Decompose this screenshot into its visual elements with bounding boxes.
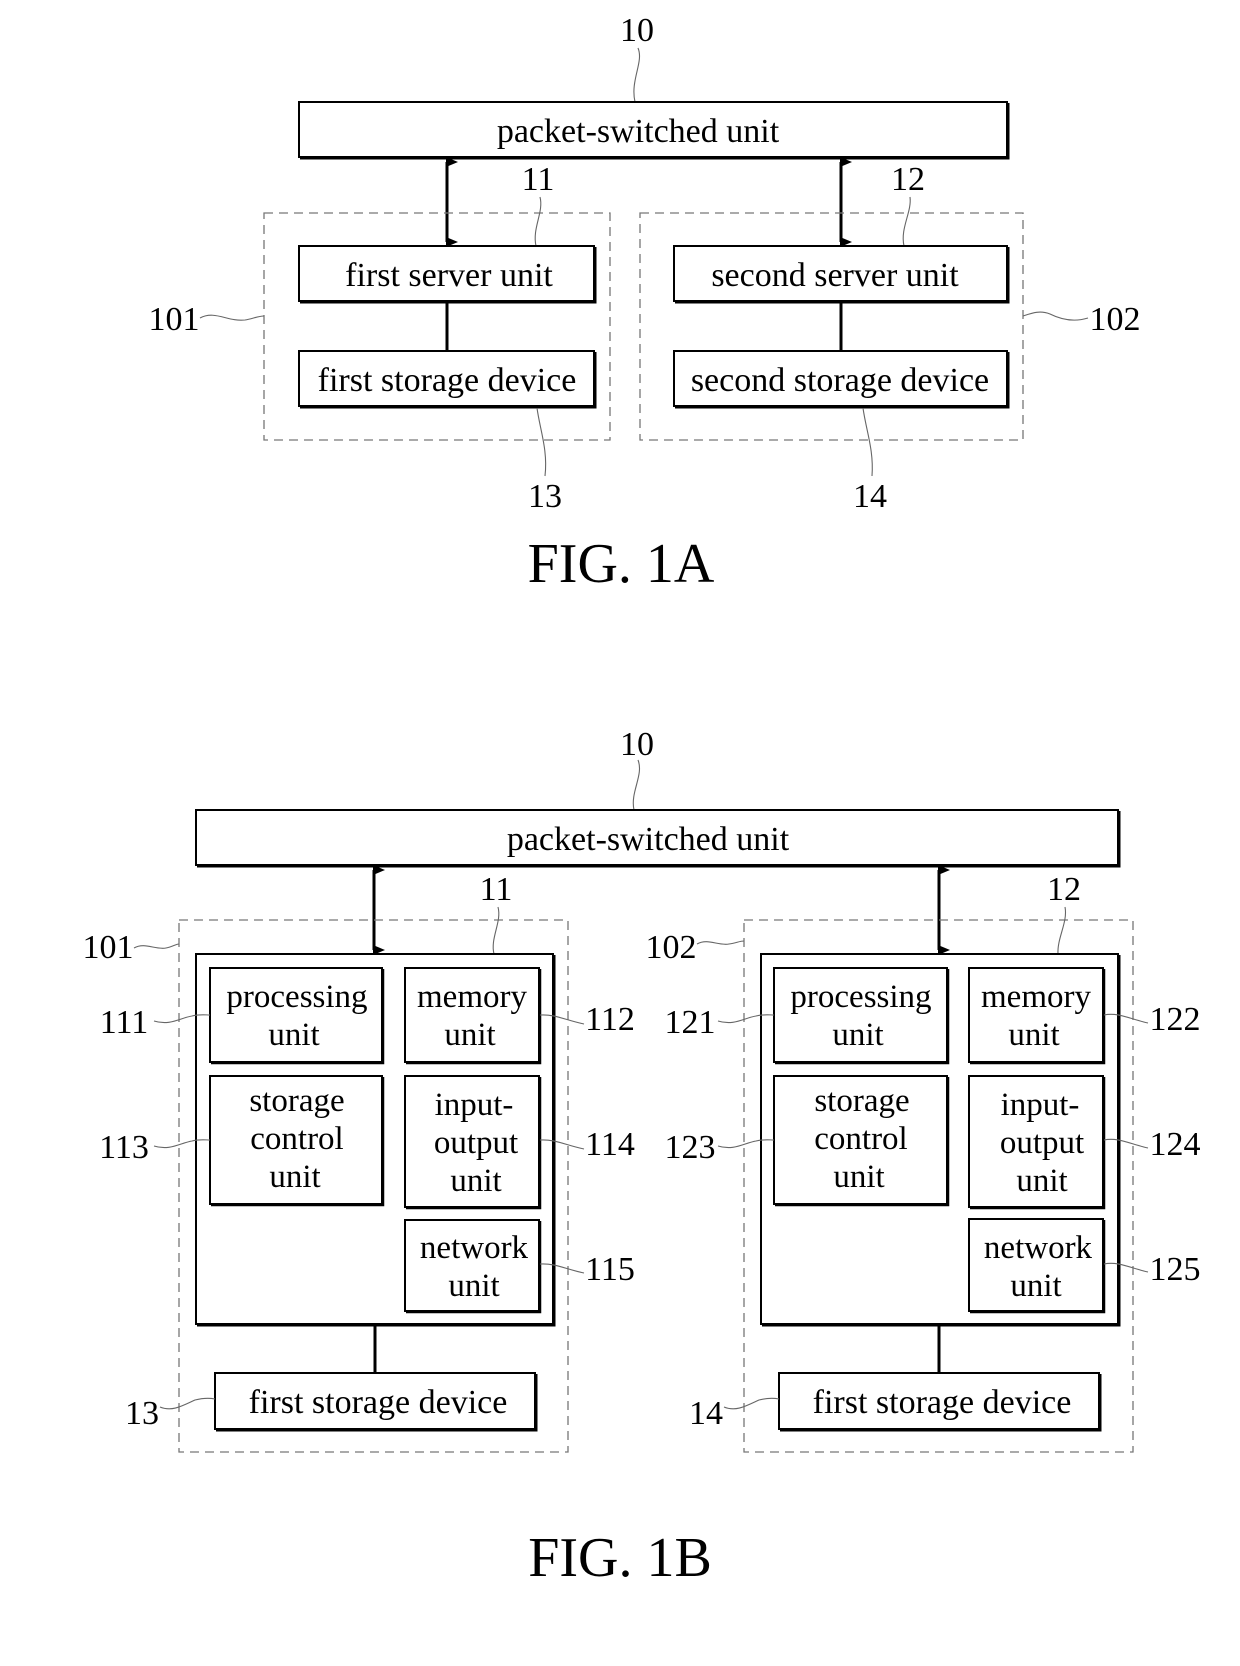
storage-control-unit-box: storage control unit [209, 1075, 385, 1207]
network-unit-label-line1: network [984, 1230, 1093, 1266]
storage-control-unit-label-line1: storage [814, 1083, 909, 1119]
leader-line-11 [492, 906, 500, 955]
ref-label-112: 112 [585, 1001, 635, 1038]
figure-caption-1b: FIG. 1B [528, 1527, 712, 1589]
first-storage-device-label: first storage device [813, 1384, 1072, 1421]
leader-line-13 [159, 1397, 216, 1410]
leader-line-102 [1022, 311, 1089, 321]
processing-unit-label-line1: processing [790, 979, 931, 1015]
ref-label-101: 101 [149, 301, 200, 338]
figure-1a: 10 packet-switched unit 101 11 first ser… [149, 12, 1141, 595]
input-output-unit-label-line2: output [1000, 1125, 1084, 1161]
leader-line-101 [133, 943, 180, 949]
ref-label-123: 123 [665, 1129, 716, 1166]
leader-line-10 [633, 47, 640, 103]
leader-line-11 [534, 196, 542, 247]
first-storage-device-box: first storage device [298, 350, 597, 409]
ref-label-11: 11 [522, 161, 555, 198]
ref-label-12: 12 [1047, 871, 1081, 908]
ref-label-12: 12 [891, 161, 925, 198]
second-server-unit-label: second server unit [711, 257, 959, 294]
first-storage-device-label: first storage device [318, 362, 577, 399]
ref-label-114: 114 [585, 1126, 635, 1163]
input-output-unit-label-line3: unit [1016, 1163, 1067, 1199]
ref-label-13: 13 [125, 1395, 159, 1432]
packet-switched-unit-label: packet-switched unit [497, 113, 780, 150]
first-server-unit-box: first server unit [298, 245, 597, 304]
first-server-unit-label: first server unit [345, 257, 553, 294]
ref-label-10: 10 [620, 726, 654, 763]
storage-control-unit-label-line2: control [250, 1121, 343, 1157]
ref-label-124: 124 [1150, 1126, 1201, 1163]
first-storage-device-label: first storage device [249, 1384, 508, 1421]
memory-unit-label-line2: unit [1008, 1017, 1059, 1053]
input-output-unit-label-line1: input- [1001, 1087, 1080, 1123]
storage-control-unit-label-line3: unit [269, 1159, 320, 1195]
leader-line-12 [1057, 906, 1067, 955]
memory-unit-label-line1: memory [981, 979, 1091, 1015]
first-storage-device-box: first storage device [778, 1372, 1102, 1432]
network-unit-label-line1: network [420, 1230, 529, 1266]
input-output-unit-box: input- output unit [404, 1075, 542, 1210]
storage-control-unit-label-line3: unit [833, 1159, 884, 1195]
input-output-unit-label-line1: input- [435, 1087, 514, 1123]
ref-label-122: 122 [1150, 1001, 1201, 1038]
memory-unit-label-line2: unit [444, 1017, 495, 1053]
ref-label-14: 14 [853, 478, 887, 515]
ref-label-115: 115 [585, 1251, 635, 1288]
network-unit-label-line2: unit [1010, 1268, 1061, 1304]
second-storage-device-box: second storage device [673, 350, 1010, 409]
network-unit-label-line2: unit [448, 1268, 499, 1304]
figure-caption-1a: FIG. 1A [528, 533, 715, 595]
storage-control-unit-box: storage control unit [773, 1075, 950, 1207]
processing-unit-box: processing unit [209, 967, 385, 1065]
ref-label-14: 14 [689, 1395, 723, 1432]
ref-label-113: 113 [99, 1129, 149, 1166]
input-output-unit-box: input- output unit [968, 1075, 1106, 1210]
ref-label-111: 111 [100, 1004, 148, 1041]
storage-control-unit-label-line2: control [814, 1121, 907, 1157]
network-unit-box: network unit [968, 1218, 1106, 1314]
ref-label-101: 101 [83, 929, 134, 966]
ref-label-102: 102 [646, 929, 697, 966]
leader-line-14 [723, 1397, 780, 1410]
memory-unit-label-line1: memory [417, 979, 527, 1015]
leader-line-101 [199, 314, 265, 321]
ref-label-125: 125 [1150, 1251, 1201, 1288]
input-output-unit-label-line2: output [434, 1125, 518, 1161]
ref-label-10: 10 [620, 12, 654, 49]
ref-label-121: 121 [665, 1004, 716, 1041]
leader-line-13 [536, 407, 547, 477]
leader-line-12 [902, 196, 911, 247]
processing-unit-label-line2: unit [268, 1017, 319, 1053]
packet-switched-unit-box: packet-switched unit [298, 101, 1010, 160]
second-server-unit-box: second server unit [673, 245, 1010, 304]
packet-switched-unit-label: packet-switched unit [507, 821, 790, 858]
memory-unit-box: memory unit [968, 967, 1106, 1065]
input-output-unit-label-line3: unit [450, 1163, 501, 1199]
packet-switched-unit-box: packet-switched unit [195, 809, 1121, 868]
leader-line-10 [632, 759, 640, 811]
ref-label-11: 11 [480, 871, 513, 908]
network-unit-box: network unit [404, 1219, 542, 1314]
ref-label-13: 13 [528, 478, 562, 515]
storage-control-unit-label-line1: storage [249, 1083, 344, 1119]
leader-line-102 [696, 940, 745, 945]
processing-unit-box: processing unit [773, 967, 950, 1065]
first-storage-device-box: first storage device [214, 1372, 538, 1432]
leader-line-14 [862, 407, 873, 477]
ref-label-102: 102 [1090, 301, 1141, 338]
patent-drawing-sheet: 10 packet-switched unit 101 11 first ser… [83, 12, 1201, 1589]
second-storage-device-label: second storage device [691, 362, 989, 399]
figure-1b: 10 packet-switched unit 101 11 processin… [83, 726, 1201, 1589]
memory-unit-box: memory unit [404, 967, 542, 1065]
processing-unit-label-line2: unit [832, 1017, 883, 1053]
processing-unit-label-line1: processing [226, 979, 367, 1015]
